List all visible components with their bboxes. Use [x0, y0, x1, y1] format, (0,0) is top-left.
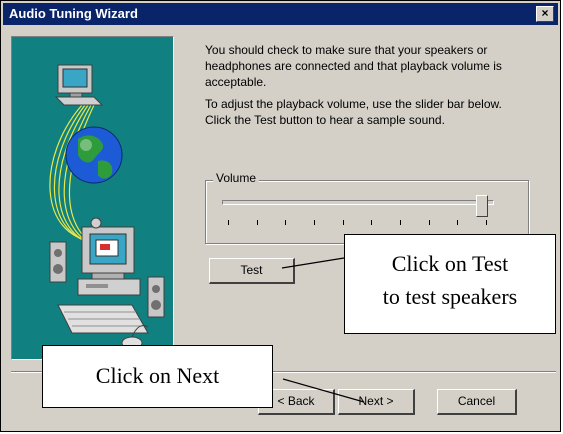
next-callout-pointer — [282, 378, 365, 403]
next-callout-text: Click on Next — [95, 363, 220, 388]
test-callout-pointer — [281, 257, 345, 269]
test-callout: Click on Test to test speakers — [344, 234, 556, 334]
next-callout: Click on Next — [42, 345, 273, 408]
test-callout-line-2: to test speakers — [382, 284, 518, 309]
test-callout-line-1: Click on Test — [391, 251, 509, 276]
